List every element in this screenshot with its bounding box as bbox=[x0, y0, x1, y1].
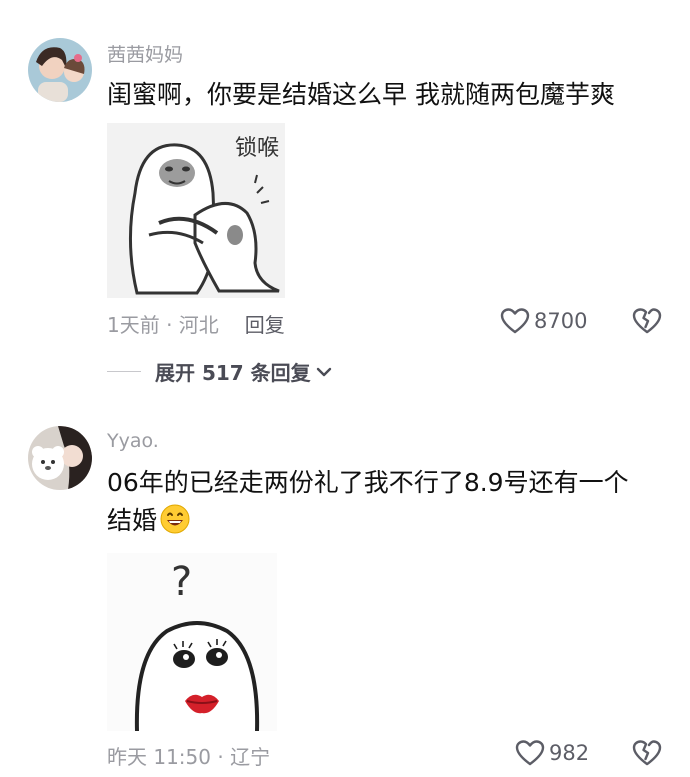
reply-button[interactable]: 回复 bbox=[245, 309, 285, 338]
comment-meta: 昨天 11:50 · 辽宁 bbox=[107, 741, 270, 770]
sticker-image[interactable]: 锁喉 bbox=[107, 123, 285, 298]
chevron-down-icon bbox=[316, 367, 331, 376]
sticker-caption: 锁喉 bbox=[235, 136, 279, 161]
avatar[interactable] bbox=[28, 38, 92, 102]
timestamp-location: 1天前 · 河北 bbox=[107, 313, 219, 337]
timestamp-location: 昨天 11:50 · 辽宁 bbox=[107, 745, 271, 769]
username[interactable]: Yyao. bbox=[107, 430, 159, 452]
dislike-button[interactable] bbox=[632, 307, 662, 339]
comment-text: 闺蜜啊，你要是结婚这么早 我就随两包魔芋爽 bbox=[107, 80, 615, 109]
username[interactable]: 茜茜妈妈 bbox=[107, 40, 183, 67]
like-count: 982 bbox=[549, 741, 590, 765]
grinning-face-emoji bbox=[159, 503, 191, 546]
avatar[interactable] bbox=[28, 426, 92, 490]
sticker-image[interactable]: ? bbox=[107, 553, 277, 731]
like-button[interactable]: 982 bbox=[515, 739, 589, 767]
comment-meta: 1天前 · 河北 回复 bbox=[107, 309, 285, 338]
broken-heart-icon bbox=[632, 740, 662, 766]
heart-outline-icon bbox=[500, 308, 530, 334]
divider-line bbox=[107, 371, 141, 372]
like-button[interactable]: 8700 bbox=[500, 307, 587, 335]
expand-replies-label: 展开 517 条回复 bbox=[155, 361, 311, 385]
broken-heart-icon bbox=[632, 308, 662, 334]
sticker-caption: ? bbox=[171, 559, 192, 605]
comment-text: 06年的已经走两份礼了我不行了8.9号还有一个结婚 bbox=[107, 464, 652, 546]
dislike-button[interactable] bbox=[632, 739, 662, 771]
heart-outline-icon bbox=[515, 740, 545, 766]
expand-replies-button[interactable]: 展开 517 条回复 bbox=[107, 357, 333, 386]
like-count: 8700 bbox=[534, 309, 588, 333]
